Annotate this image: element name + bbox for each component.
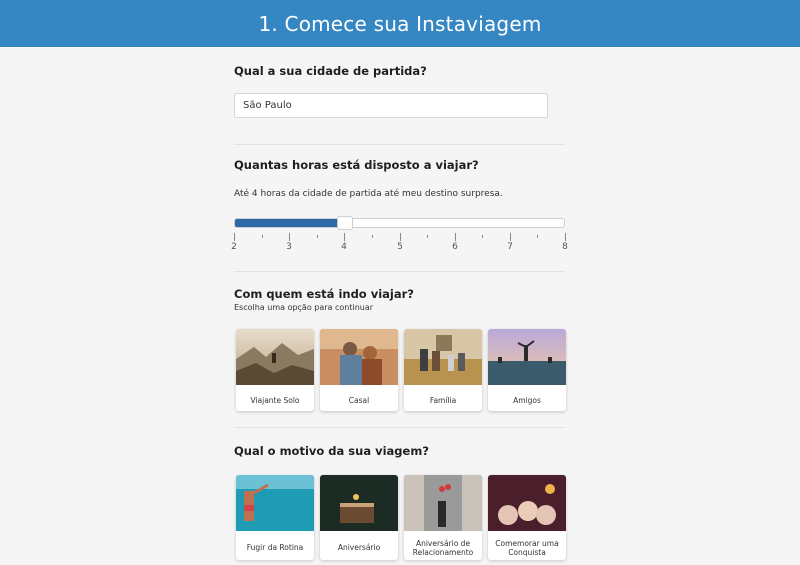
slider-minor-tick xyxy=(262,235,263,238)
companions-question: Com quem está indo viajar? xyxy=(234,287,414,301)
option-comemorar-conquista[interactable]: Comemorar uma Conquista xyxy=(488,475,566,560)
option-casal[interactable]: Casal xyxy=(320,329,398,411)
slider-tick-label: 6 xyxy=(452,242,458,252)
slider-major-tick xyxy=(234,233,235,241)
mountain-hiker-photo xyxy=(236,329,314,385)
slider-minor-tick xyxy=(482,235,483,238)
option-label: Comemorar uma Conquista xyxy=(495,538,559,557)
option-label: Aniversário de Relacionamento xyxy=(412,538,474,557)
companion-options: Viajante Solo Casal Família Amigos xyxy=(236,329,566,411)
slider-minor-tick xyxy=(317,235,318,238)
slider-tick-label: 7 xyxy=(507,242,513,252)
slider-thumb[interactable] xyxy=(337,216,353,230)
friends-pool-photo xyxy=(488,329,566,385)
slider-tick-label: 2 xyxy=(231,242,237,252)
divider xyxy=(234,271,565,272)
option-label: Aniversário xyxy=(337,543,381,552)
slider-major-tick xyxy=(565,233,566,241)
option-label: Viajante Solo xyxy=(250,395,300,405)
slider-major-tick xyxy=(510,233,511,241)
hours-question: Quantas horas está disposto a viajar? xyxy=(234,158,479,172)
hours-description: Até 4 horas da cidade de partida até meu… xyxy=(234,189,503,199)
family-photo xyxy=(404,329,482,385)
option-label: Amigos xyxy=(513,395,541,405)
option-aniversario-relacionamento[interactable]: Aniversário de Relacionamento xyxy=(404,475,482,560)
option-familia[interactable]: Família xyxy=(404,329,482,411)
slider-major-tick xyxy=(455,233,456,241)
hours-slider[interactable] xyxy=(234,216,565,230)
slider-minor-tick xyxy=(537,235,538,238)
slider-tick-label: 3 xyxy=(286,242,292,252)
divider xyxy=(234,427,565,428)
birthday-cake-photo xyxy=(320,475,398,531)
companions-hint: Escolha uma opção para continuar xyxy=(234,303,374,312)
option-label: Casal xyxy=(348,395,370,405)
motive-question: Qual o motivo da sua viagem? xyxy=(234,444,429,458)
option-aniversario[interactable]: Aniversário xyxy=(320,475,398,560)
slider-minor-tick xyxy=(372,235,373,238)
option-label: Família xyxy=(429,395,457,405)
slider-major-tick xyxy=(400,233,401,241)
page-title: 1. Comece sua Instaviagem xyxy=(258,11,542,36)
slider-major-tick xyxy=(289,233,290,241)
slider-tick-label: 5 xyxy=(397,242,403,252)
swimmer-photo xyxy=(236,475,314,531)
city-couple-photo xyxy=(404,475,482,531)
couple-photo xyxy=(320,329,398,385)
slider-fill xyxy=(235,219,345,227)
page-header: 1. Comece sua Instaviagem xyxy=(0,0,800,47)
motive-options: Fugir da Rotina Aniversário Aniversário … xyxy=(236,475,566,560)
option-label: Fugir da Rotina xyxy=(246,543,304,552)
champagne-toast-photo xyxy=(488,475,566,531)
divider xyxy=(234,144,565,145)
slider-tick-label: 4 xyxy=(341,242,347,252)
slider-major-tick xyxy=(344,233,345,241)
slider-tick-label: 8 xyxy=(562,242,568,252)
slider-minor-tick xyxy=(427,235,428,238)
option-amigos[interactable]: Amigos xyxy=(488,329,566,411)
option-viajante-solo[interactable]: Viajante Solo xyxy=(236,329,314,411)
departure-question: Qual a sua cidade de partida? xyxy=(234,64,427,78)
departure-city-input[interactable]: São Paulo xyxy=(234,93,548,118)
option-fugir-da-rotina[interactable]: Fugir da Rotina xyxy=(236,475,314,560)
